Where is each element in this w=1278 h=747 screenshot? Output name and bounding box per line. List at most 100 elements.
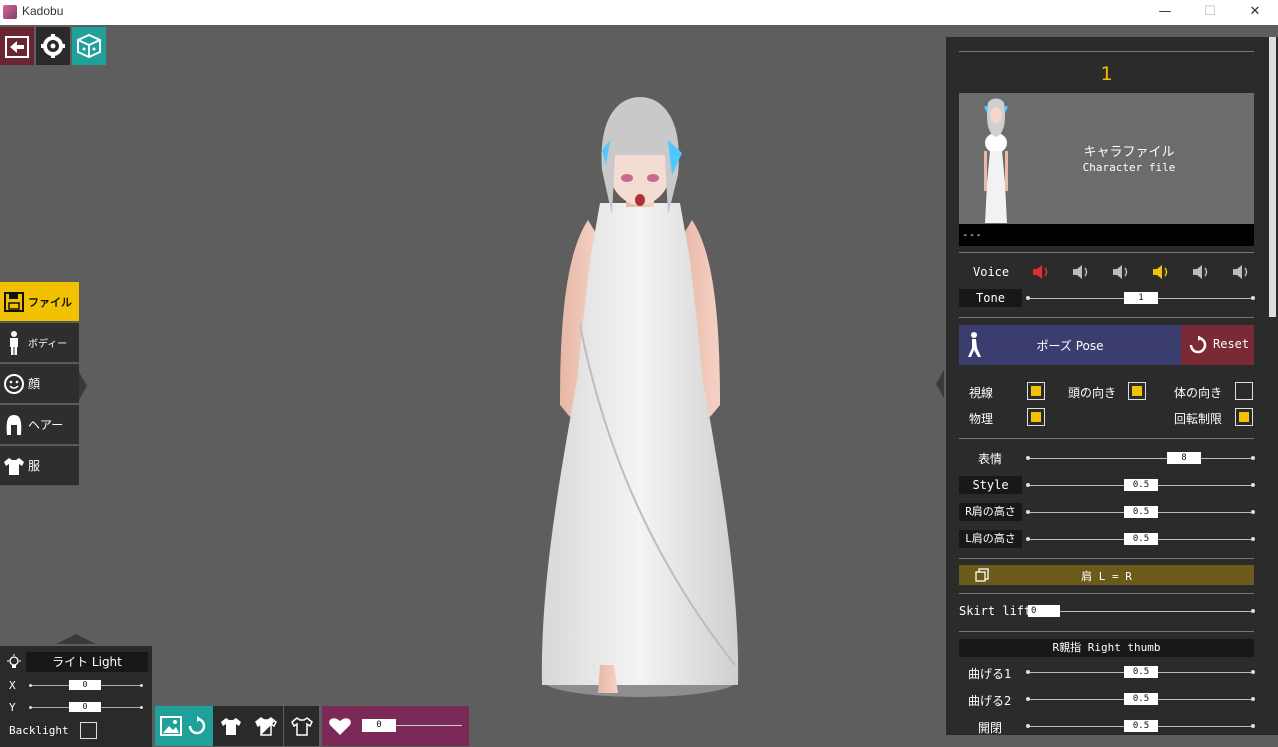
bend1-label: 曲げる1 — [968, 667, 1012, 681]
expression-track[interactable] — [1028, 458, 1254, 459]
rotation-limit-checkbox[interactable] — [1235, 408, 1253, 426]
right-panel-collapse-arrow[interactable] — [936, 370, 944, 398]
title-bar: Kadobu — ☐ ✕ — [0, 0, 1278, 25]
lightbulb-icon — [7, 654, 21, 668]
voice-label: Voice — [973, 265, 1010, 279]
body-direction-checkbox[interactable] — [1235, 382, 1253, 400]
light-x-max-dot — [140, 684, 143, 687]
bend2-value[interactable]: 0.5 — [1124, 693, 1158, 705]
r-shoulder-label: R肩の高さ — [959, 503, 1022, 521]
shirt-icon — [4, 457, 24, 475]
right-thumb-header: R親指 Right thumb — [959, 639, 1254, 657]
backlight-checkbox[interactable] — [80, 722, 97, 739]
voice-speaker-2-icon[interactable] — [1071, 263, 1091, 281]
hair-icon — [6, 414, 22, 435]
window-title: Kadobu — [22, 4, 64, 18]
shirt-outline-icon — [290, 717, 313, 736]
reset-button[interactable]: Reset — [1181, 325, 1254, 365]
menu-hair[interactable]: ヘアー — [0, 405, 79, 445]
random-dice-button[interactable] — [72, 27, 106, 65]
tone-value[interactable]: 1 — [1124, 292, 1158, 304]
voice-speaker-6-icon[interactable] — [1231, 263, 1251, 281]
physics-label: 物理 — [969, 412, 994, 426]
heart-icon — [329, 718, 351, 735]
head-direction-checkbox[interactable] — [1128, 382, 1146, 400]
rotation-limit-label: 回転制限 — [1174, 412, 1223, 426]
style-label: Style — [959, 476, 1022, 494]
slot-number: 1 — [1100, 63, 1113, 85]
character-card[interactable]: キャラファイル Character file --- — [959, 93, 1254, 246]
heart-track[interactable] — [396, 725, 462, 726]
maximize-button[interactable]: ☐ — [1195, 2, 1225, 22]
voice-speaker-3-icon[interactable] — [1111, 263, 1131, 281]
minimize-button[interactable]: — — [1150, 2, 1180, 22]
right-panel-scrollbar[interactable] — [1269, 37, 1276, 317]
skirt-lift-track[interactable] — [1028, 611, 1254, 612]
gaze-checkbox[interactable] — [1027, 382, 1045, 400]
l-shoulder-value[interactable]: 0.5 — [1124, 533, 1158, 545]
character-model — [541, 97, 739, 697]
bend1-value[interactable]: 0.5 — [1124, 666, 1158, 678]
clothes-off-button[interactable] — [284, 706, 319, 746]
backlight-label: Backlight — [9, 724, 69, 737]
menu-body-label: ボディー — [28, 339, 68, 350]
physics-checkbox[interactable] — [1027, 408, 1045, 426]
voice-speaker-4-icon[interactable] — [1151, 263, 1171, 281]
heart-slider-bar[interactable]: 0 — [322, 706, 469, 746]
menu-file[interactable]: ファイル — [0, 282, 79, 322]
card-title-en: Character file — [1082, 161, 1176, 174]
close-button[interactable]: ✕ — [1240, 2, 1270, 22]
face-icon — [4, 373, 24, 394]
back-arrow-icon — [5, 36, 29, 58]
gear-icon — [41, 34, 65, 58]
menu-body[interactable]: ボディー — [0, 323, 79, 363]
character-thumbnail — [984, 98, 1008, 223]
copy-shoulder-button[interactable]: 肩 L = R — [959, 565, 1254, 585]
left-menu-expand-arrow[interactable] — [79, 372, 87, 400]
card-footer: --- — [959, 224, 1254, 246]
shirt-half-icon — [254, 717, 277, 736]
light-panel-toggle[interactable] — [56, 634, 96, 644]
pose-button[interactable]: ポーズ Pose — [959, 325, 1181, 365]
open-close-value[interactable]: 0.5 — [1124, 720, 1158, 732]
tone-label: Tone — [959, 289, 1022, 307]
menu-face[interactable]: 顔 — [0, 364, 79, 404]
light-panel: ライト Light X 0 Y 0 Backlight — [0, 646, 152, 747]
menu-file-label: ファイル — [28, 295, 72, 309]
light-x-label: X — [9, 679, 16, 692]
heart-value[interactable]: 0 — [362, 719, 396, 732]
style-value[interactable]: 0.5 — [1124, 479, 1158, 491]
skirt-lift-label: Skirt lift — [959, 604, 1032, 618]
light-y-max-dot — [140, 706, 143, 709]
copy-shoulder-label: 肩 L = R — [1081, 570, 1132, 583]
floppy-disk-icon — [4, 291, 24, 312]
voice-speaker-5-icon[interactable] — [1191, 263, 1211, 281]
head-direction-label: 頭の向き — [1068, 386, 1117, 400]
r-shoulder-value[interactable]: 0.5 — [1124, 506, 1158, 518]
expression-label: 表情 — [978, 452, 1003, 466]
settings-button[interactable] — [36, 27, 70, 65]
clothes-full-button[interactable] — [213, 706, 248, 746]
light-y-label: Y — [9, 701, 16, 714]
card-title-jp: キャラファイル — [1083, 145, 1175, 160]
background-image-toggle[interactable] — [155, 706, 213, 746]
light-x-min-dot — [29, 684, 32, 687]
light-title: ライト Light — [26, 652, 148, 672]
menu-face-label: 顔 — [28, 377, 41, 391]
app-icon — [3, 5, 17, 19]
menu-hair-label: ヘアー — [28, 418, 64, 432]
pose-button-label: ポーズ Pose — [1036, 339, 1104, 353]
menu-clothes-label: 服 — [28, 459, 41, 473]
menu-clothes[interactable]: 服 — [0, 446, 79, 486]
back-button[interactable] — [0, 27, 34, 65]
light-x-value[interactable]: 0 — [69, 680, 101, 690]
voice-speaker-1-icon[interactable] — [1031, 263, 1051, 281]
reset-button-label: Reset — [1213, 337, 1250, 351]
light-y-value[interactable]: 0 — [69, 702, 101, 712]
bend2-label: 曲げる2 — [968, 694, 1012, 708]
refresh-icon — [1189, 336, 1207, 354]
skirt-lift-value[interactable]: 0 — [1028, 605, 1060, 617]
expression-value[interactable]: 8 — [1167, 452, 1201, 464]
3d-viewport[interactable] — [0, 25, 946, 747]
clothes-half-button[interactable] — [248, 706, 283, 746]
